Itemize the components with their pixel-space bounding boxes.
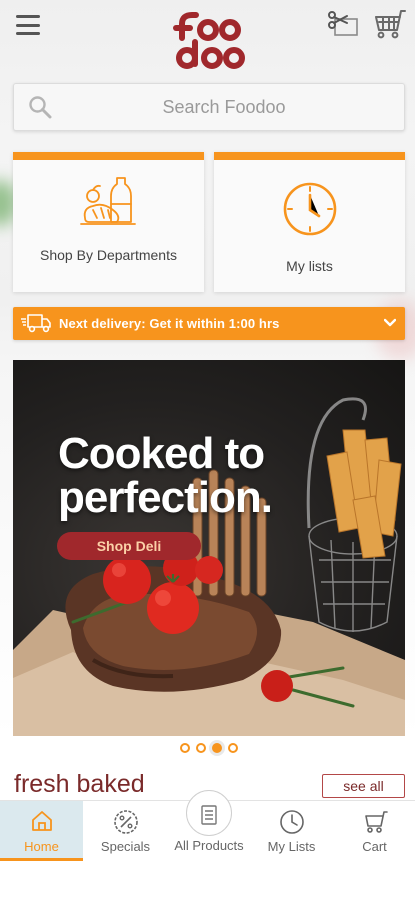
banner-headline-line1: Cooked to: [58, 429, 265, 478]
shop-by-departments-tile[interactable]: Shop By Departments: [13, 152, 204, 292]
clock-icon: [279, 810, 304, 834]
search-bar[interactable]: [13, 83, 405, 131]
tile-label: Shop By Departments: [40, 247, 177, 263]
carousel-pager: [180, 743, 238, 753]
banner-headline: Cooked to perfection.: [58, 429, 273, 522]
promo-banner[interactable]: Cooked to perfection. Shop Deli: [13, 360, 405, 736]
shop-deli-button[interactable]: Shop Deli: [57, 532, 201, 560]
foodoo-logo[interactable]: [170, 8, 250, 74]
nav-cart[interactable]: Cart: [333, 801, 415, 861]
search-icon: [29, 96, 52, 119]
chevron-down-icon[interactable]: [384, 318, 396, 328]
nav-my-lists-label: My Lists: [267, 839, 316, 854]
bottom-navigation: Home Specials All Products My Lists Cart: [0, 790, 415, 861]
nav-home-label: Home: [24, 839, 59, 854]
scan-icon[interactable]: [327, 10, 359, 38]
see-all-button[interactable]: see all: [322, 774, 405, 798]
carousel-dot[interactable]: [196, 743, 206, 753]
cart-icon[interactable]: [371, 8, 407, 40]
app-header: [0, 0, 415, 78]
clock-icon: [283, 182, 336, 236]
search-input[interactable]: [64, 84, 384, 130]
carousel-dot[interactable]: [180, 743, 190, 753]
hamburger-icon[interactable]: [16, 15, 40, 35]
carousel-dot[interactable]: [228, 743, 238, 753]
banner-headline-line2: perfection.: [58, 473, 273, 522]
app-screen: Shop By Departments My lists Next delive…: [0, 0, 415, 900]
nav-my-lists[interactable]: My Lists: [250, 801, 333, 861]
nav-specials[interactable]: Specials: [84, 801, 167, 861]
my-lists-tile[interactable]: My lists: [214, 152, 405, 292]
tile-label: My lists: [286, 258, 333, 274]
list-icon: [201, 805, 217, 825]
next-delivery-bar[interactable]: Next delivery: Get it within 1:00 hrs: [13, 307, 405, 340]
nav-all-products-label: All Products: [174, 838, 244, 853]
nav-all-products[interactable]: All Products: [167, 790, 251, 861]
delivery-text: Next delivery: Get it within 1:00 hrs: [59, 316, 280, 331]
nav-home[interactable]: Home: [0, 801, 83, 861]
groceries-icon: [79, 177, 136, 225]
carousel-dot-active[interactable]: [212, 743, 222, 753]
nav-cart-label: Cart: [362, 839, 387, 854]
truck-icon: [21, 314, 51, 333]
nav-specials-label: Specials: [100, 839, 151, 854]
home-icon: [31, 811, 52, 831]
cart-icon: [364, 811, 388, 833]
section-title: fresh baked: [14, 770, 145, 798]
percent-tag-icon: [113, 810, 138, 834]
